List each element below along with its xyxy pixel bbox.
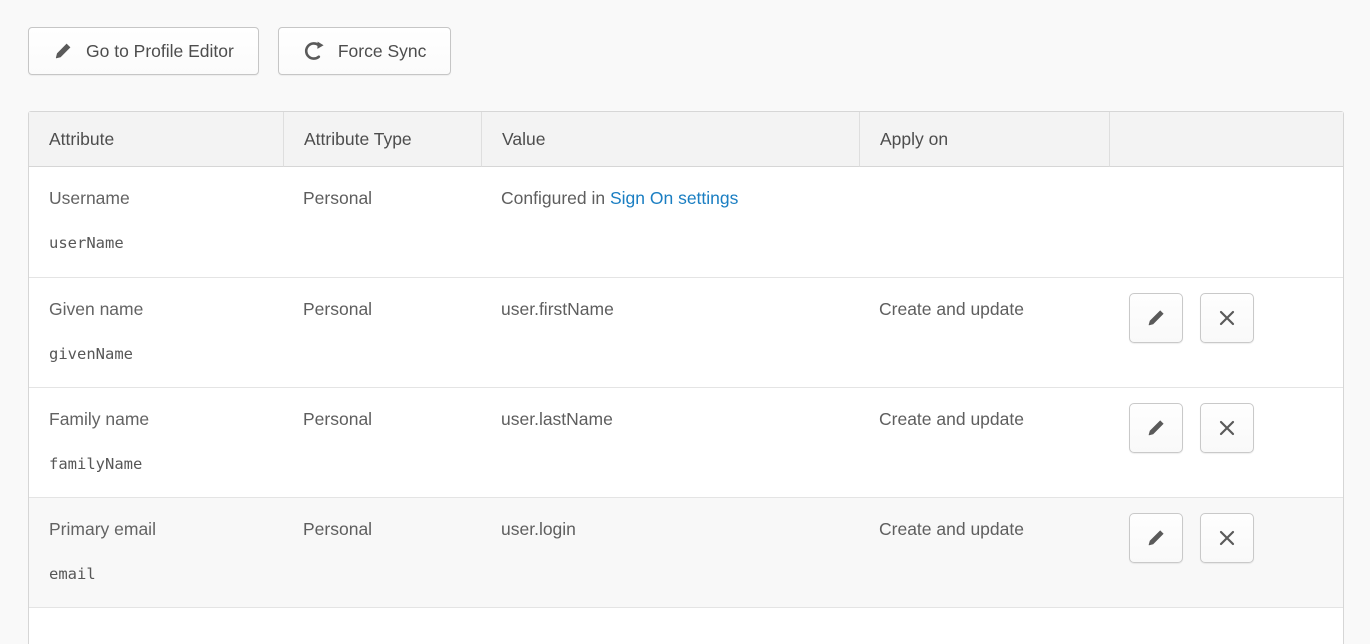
actions-cell — [1109, 167, 1343, 277]
delete-attribute-button[interactable] — [1200, 513, 1254, 563]
table-row-partial — [29, 607, 1343, 644]
attribute-type-cell: Personal — [283, 277, 481, 387]
attribute-cell: Primary email email — [29, 497, 283, 607]
go-to-profile-editor-button[interactable]: Go to Profile Editor — [28, 27, 259, 75]
delete-attribute-button[interactable] — [1200, 403, 1254, 453]
edit-attribute-button[interactable] — [1129, 513, 1183, 563]
value-cell: user.login — [481, 497, 859, 607]
attribute-cell: Given name givenName — [29, 277, 283, 387]
header-attribute: Attribute — [29, 112, 283, 167]
pencil-icon — [1145, 527, 1167, 549]
actions-cell — [1109, 497, 1343, 607]
delete-attribute-button[interactable] — [1200, 293, 1254, 343]
force-sync-button[interactable]: Force Sync — [278, 27, 452, 75]
value-cell: user.firstName — [481, 277, 859, 387]
attribute-type-cell: Personal — [283, 497, 481, 607]
actions-cell — [1109, 277, 1343, 387]
header-value: Value — [481, 112, 859, 167]
attribute-label: Primary email — [49, 518, 263, 542]
close-icon — [1216, 307, 1238, 329]
sign-on-settings-link[interactable]: Sign On settings — [610, 188, 738, 208]
close-icon — [1216, 417, 1238, 439]
refresh-icon — [303, 40, 325, 62]
table-row-primary-email: Primary email email Personal user.login … — [29, 497, 1343, 607]
apply-on-cell: Create and update — [859, 497, 1109, 607]
table-row-family-name: Family name familyName Personal user.las… — [29, 387, 1343, 497]
partial-row-cell — [29, 607, 1343, 644]
apply-on-cell: Create and update — [859, 277, 1109, 387]
attribute-variable-name: email — [49, 564, 263, 585]
attribute-label: Given name — [49, 298, 263, 322]
attribute-variable-name: givenName — [49, 344, 263, 365]
go-to-profile-editor-label: Go to Profile Editor — [86, 41, 234, 62]
attribute-label: Family name — [49, 408, 263, 432]
attribute-label: Username — [49, 187, 263, 211]
attribute-cell: Family name familyName — [29, 387, 283, 497]
pencil-icon — [1145, 417, 1167, 439]
apply-on-cell: Create and update — [859, 387, 1109, 497]
edit-attribute-button[interactable] — [1129, 293, 1183, 343]
header-actions — [1109, 112, 1343, 167]
pencil-icon — [1145, 307, 1167, 329]
force-sync-label: Force Sync — [338, 41, 427, 62]
edit-attribute-button[interactable] — [1129, 403, 1183, 453]
toolbar: Go to Profile Editor Force Sync — [28, 27, 1342, 75]
page-container: Go to Profile Editor Force Sync Attribut… — [0, 0, 1370, 644]
apply-on-cell — [859, 167, 1109, 277]
value-cell: Configured in Sign On settings — [481, 167, 859, 277]
attribute-cell: Username userName — [29, 167, 283, 277]
attribute-type-cell: Personal — [283, 167, 481, 277]
actions-cell — [1109, 387, 1343, 497]
header-apply-on: Apply on — [859, 112, 1109, 167]
attribute-variable-name: userName — [49, 233, 263, 254]
close-icon — [1216, 527, 1238, 549]
header-attribute-type: Attribute Type — [283, 112, 481, 167]
attribute-type-cell: Personal — [283, 387, 481, 497]
table-header: Attribute Attribute Type Value Apply on — [29, 112, 1343, 167]
table-row-given-name: Given name givenName Personal user.first… — [29, 277, 1343, 387]
value-prefix-text: Configured in — [501, 188, 610, 208]
attribute-mapping-table: Attribute Attribute Type Value Apply on … — [28, 111, 1344, 644]
value-cell: user.lastName — [481, 387, 859, 497]
pencil-icon — [53, 41, 73, 61]
table-row-username: Username userName Personal Configured in… — [29, 167, 1343, 277]
attribute-variable-name: familyName — [49, 454, 263, 475]
